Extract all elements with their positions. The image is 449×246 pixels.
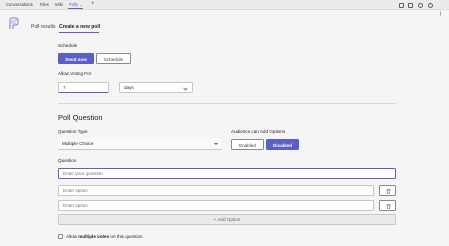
refresh-icon[interactable] bbox=[418, 2, 423, 8]
voting-unit-select[interactable]: days bbox=[119, 82, 193, 93]
allow-voting-label: Allow Voting For bbox=[58, 71, 92, 76]
question-type-value: Multiple Choice bbox=[62, 141, 94, 146]
active-subnav-indicator bbox=[59, 32, 99, 34]
option-input-2[interactable]: Enter option bbox=[58, 200, 374, 211]
multiple-votes-bold: multiple votes bbox=[78, 233, 110, 239]
voting-duration-input[interactable]: 7 bbox=[58, 82, 109, 93]
add-tab-icon[interactable]: + bbox=[91, 1, 95, 8]
caret-down-icon bbox=[214, 142, 218, 145]
delete-option-button-1[interactable] bbox=[379, 185, 396, 196]
multiple-votes-checkbox[interactable] bbox=[58, 234, 63, 239]
poll-question-title: Poll Question bbox=[58, 113, 103, 122]
info-icon[interactable] bbox=[428, 2, 433, 8]
section-divider bbox=[58, 103, 396, 104]
tab-files[interactable]: Files bbox=[40, 2, 49, 8]
chevron-down-icon bbox=[183, 87, 188, 91]
enabled-button[interactable]: Enabled bbox=[231, 139, 264, 150]
trash-icon bbox=[386, 203, 391, 209]
audience-add-options-label: Audience can Add Options bbox=[231, 129, 286, 134]
tab-wiki[interactable]: Wiki bbox=[55, 2, 63, 8]
allow-prefix: Allow bbox=[66, 233, 79, 239]
voting-unit-value: days bbox=[124, 85, 134, 90]
question-type-label: Question Type bbox=[58, 129, 88, 134]
chevron-down-icon: ⌄ bbox=[79, 2, 83, 7]
popout-icon[interactable] bbox=[408, 2, 413, 8]
more-options-icon[interactable] bbox=[438, 3, 443, 15]
add-option-button[interactable]: + Add Option bbox=[58, 214, 396, 225]
schedule-label: Schedule bbox=[58, 43, 78, 48]
tab-conversations[interactable]: Conversations bbox=[6, 2, 33, 8]
option-input-1[interactable]: Enter option bbox=[58, 185, 374, 196]
trash-icon bbox=[386, 188, 391, 194]
question-type-select[interactable]: Multiple Choice bbox=[58, 139, 222, 150]
active-tab-indicator bbox=[68, 8, 83, 10]
expand-icon[interactable] bbox=[399, 2, 404, 8]
schedule-button[interactable]: Schedule bbox=[96, 53, 131, 64]
allow-suffix: on this question bbox=[109, 233, 143, 239]
app-tab-bar: Conversations Files Wiki Polly ⌄ + bbox=[0, 0, 449, 15]
send-now-button[interactable]: Send now bbox=[58, 53, 94, 64]
tab-polly-label: Polly bbox=[69, 2, 79, 7]
poll-results-link[interactable]: Poll results bbox=[31, 24, 55, 31]
create-new-poll-link[interactable]: Create a new poll bbox=[59, 24, 100, 31]
delete-option-button-2[interactable] bbox=[379, 200, 396, 211]
polly-logo-icon bbox=[8, 17, 20, 31]
disabled-button[interactable]: Disabled bbox=[266, 139, 299, 150]
question-label: Question bbox=[58, 158, 77, 163]
multiple-votes-label: Allow multiple votes on this question bbox=[66, 234, 143, 240]
question-input[interactable]: Enter your question bbox=[58, 168, 396, 179]
